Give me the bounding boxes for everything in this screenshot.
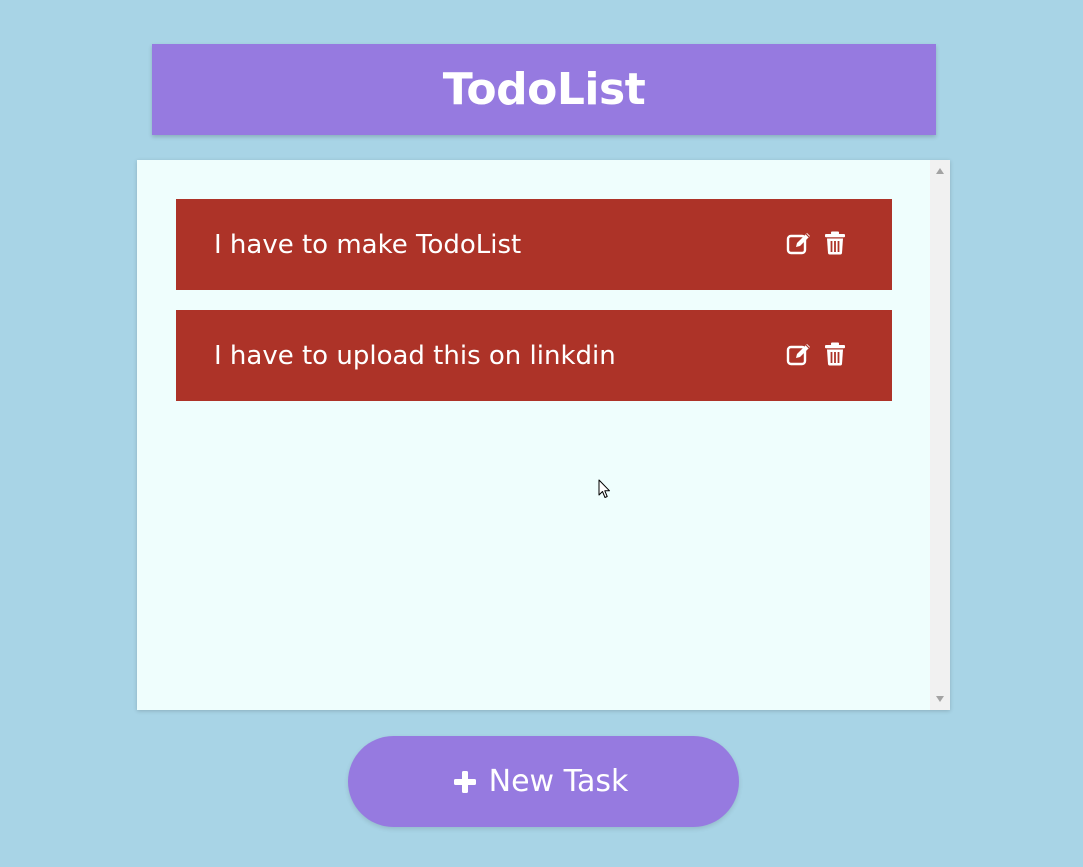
vertical-scrollbar[interactable]: [930, 160, 950, 710]
app-title: TodoList: [442, 64, 646, 115]
app-header: TodoList: [152, 44, 936, 135]
plus-icon: [453, 770, 476, 793]
edit-icon[interactable]: [786, 230, 812, 256]
task-item[interactable]: I have to make TodoList: [176, 199, 892, 290]
task-actions: [786, 230, 848, 256]
mouse-cursor-icon: [598, 479, 610, 498]
new-task-button[interactable]: New Task: [348, 736, 739, 827]
scroll-up-icon[interactable]: [936, 168, 944, 174]
trash-icon[interactable]: [822, 230, 848, 256]
scroll-down-icon[interactable]: [936, 696, 944, 702]
task-actions: [786, 341, 848, 367]
task-list-panel[interactable]: I have to make TodoList I have to upload…: [137, 160, 950, 710]
trash-icon[interactable]: [822, 341, 848, 367]
todo-app: TodoList I have to make TodoList I have …: [0, 0, 1083, 867]
task-text: I have to upload this on linkdin: [214, 340, 616, 371]
task-item[interactable]: I have to upload this on linkdin: [176, 310, 892, 401]
edit-icon[interactable]: [786, 341, 812, 367]
task-text: I have to make TodoList: [214, 229, 522, 260]
new-task-label: New Task: [488, 764, 629, 799]
